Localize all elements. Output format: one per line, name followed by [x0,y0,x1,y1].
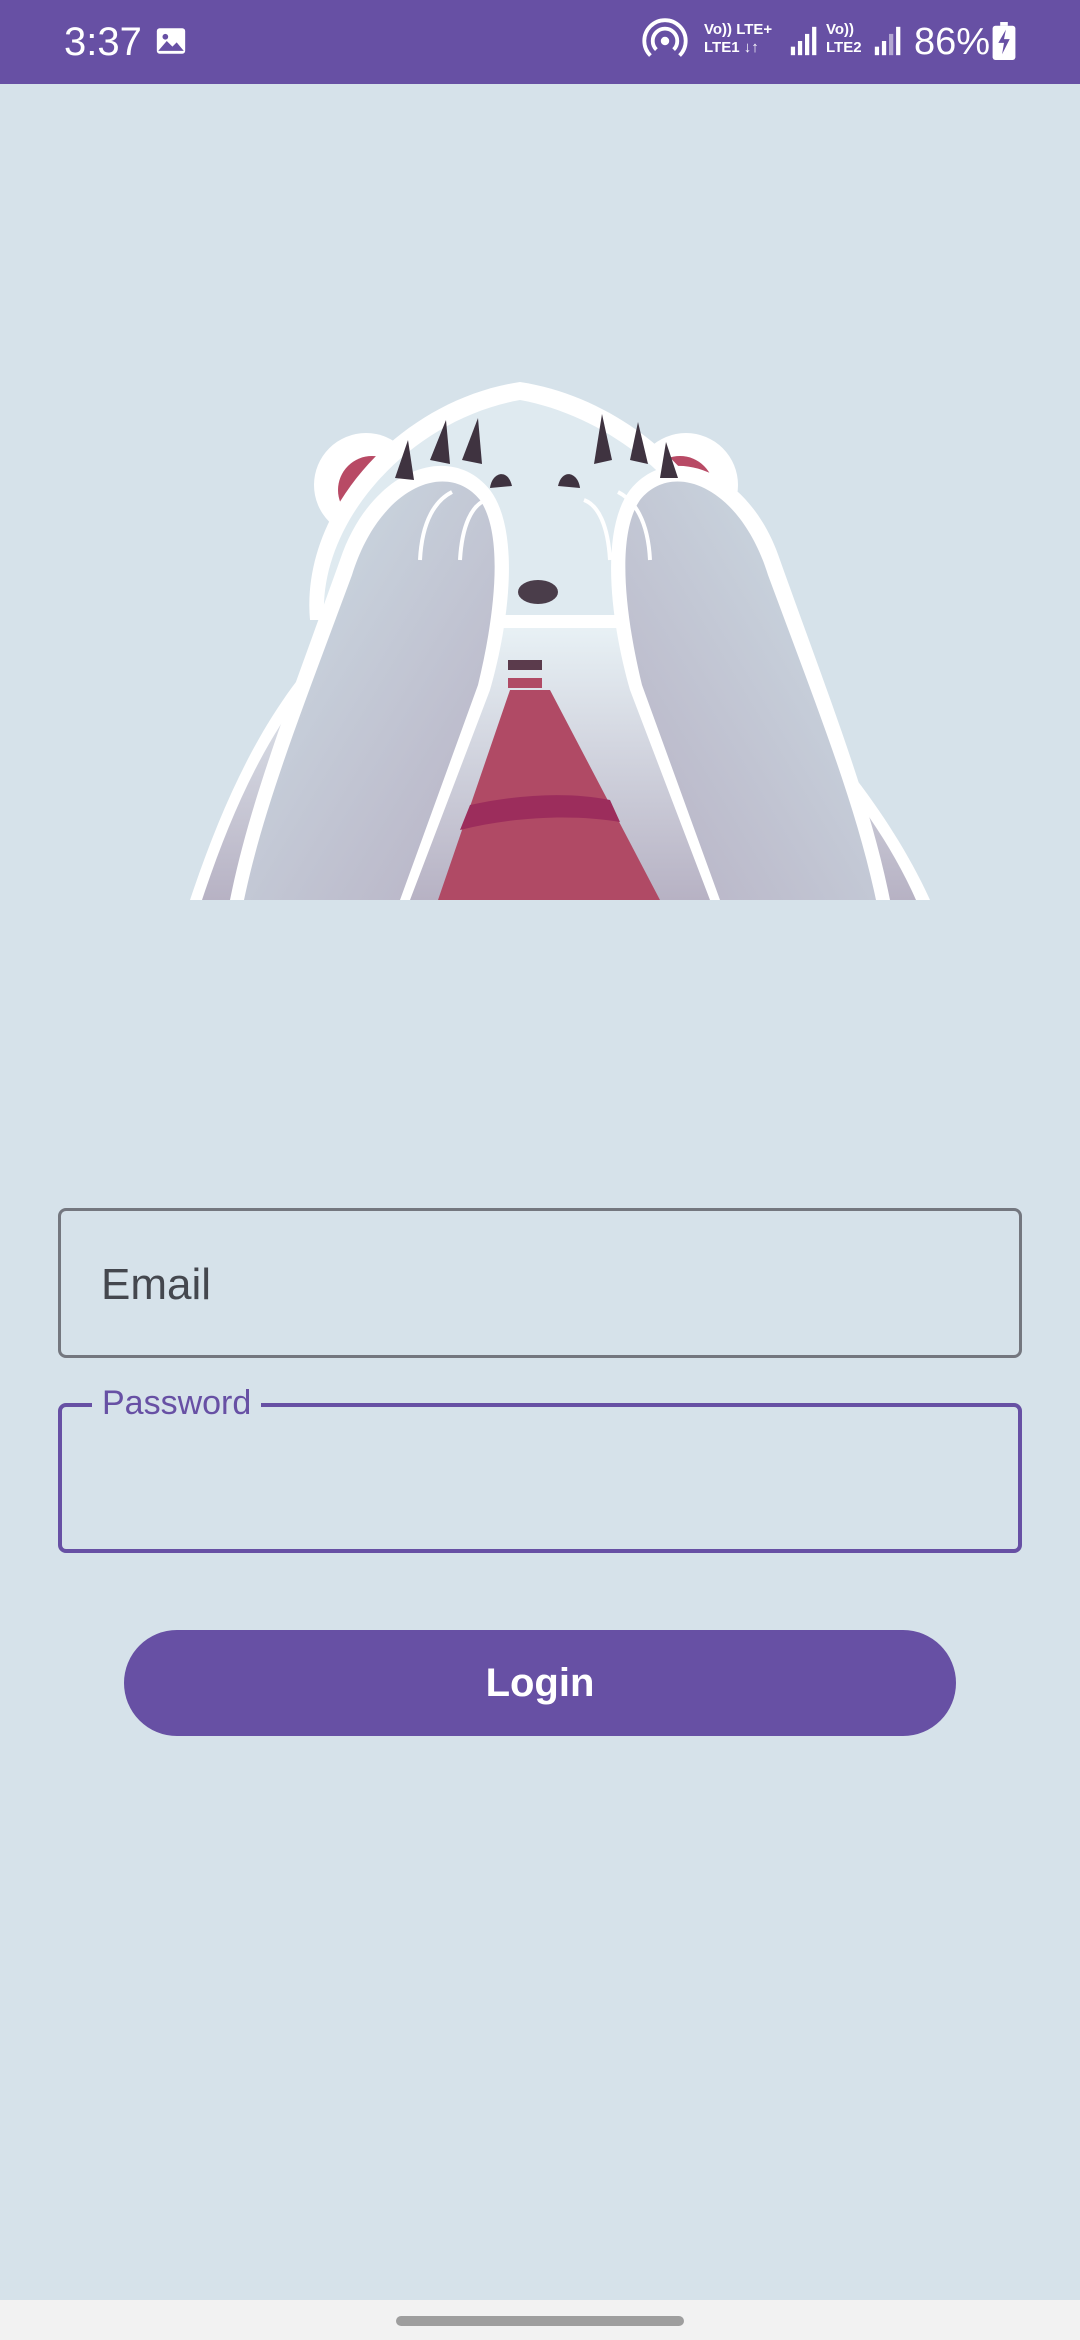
login-screen: 3:37 Vo)) LTE+ LTE1 ↓↑ Vo)) LTE2 86% Ema… [0,0,1080,2340]
password-label: Password [92,1381,262,1425]
navigation-bar [0,2300,1080,2340]
status-time: 3:37 [64,20,142,64]
email-field[interactable]: Email [58,1208,1022,1358]
login-button[interactable]: Login [124,1630,956,1736]
bear-covering-eyes-illustration [190,382,930,900]
gallery-icon [156,28,186,54]
password-field[interactable]: Password [58,1381,1022,1553]
battery-percent: 86% [914,21,991,63]
battery-charging-icon [992,22,1016,60]
status-bar: 3:37 Vo)) LTE+ LTE1 ↓↑ Vo)) LTE2 86% [0,0,1080,84]
network-1-bottom-label: LTE1 ↓↑ [704,39,759,56]
email-placeholder: Email [101,1260,212,1309]
network-2-top-label: Vo)) [826,21,855,38]
home-gesture-handle[interactable] [396,2316,684,2326]
network-1-top-label: Vo)) LTE+ [704,21,773,38]
hotspot-icon [642,18,688,57]
signal-icon [874,26,901,56]
network-2-bottom-label: LTE2 [826,39,862,56]
signal-icon [790,26,817,56]
